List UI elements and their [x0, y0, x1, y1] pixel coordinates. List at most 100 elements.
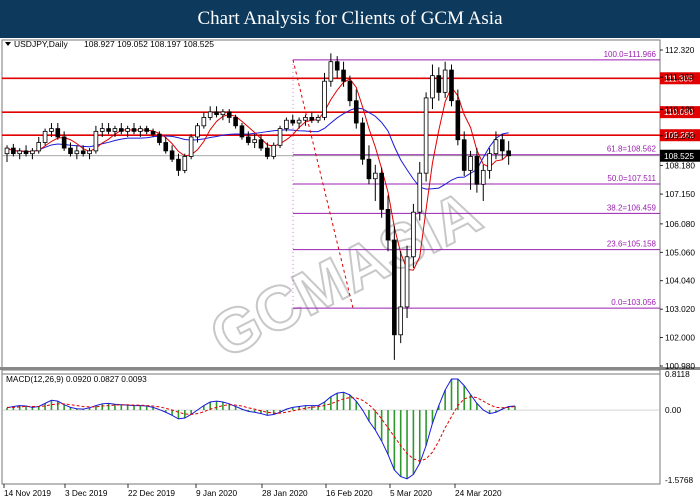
candle-body	[80, 150, 86, 155]
candle	[42, 128, 48, 146]
candle-body	[309, 117, 315, 121]
candle-body	[23, 150, 29, 155]
candle-body	[106, 128, 111, 132]
candle	[271, 142, 277, 160]
candle-body	[4, 147, 10, 155]
candle-body	[169, 150, 175, 160]
candle-body	[61, 136, 67, 149]
candle-body	[366, 158, 372, 180]
macd-histogram-bar	[444, 390, 446, 411]
price-chart: GCMASIA 100.0=111.96661.8=108.56250.0=10…	[0, 38, 700, 500]
macd-histogram-bar	[349, 394, 351, 411]
x-tick-label: 16 Feb 2020	[326, 488, 373, 498]
x-tick-label: 5 Mar 2020	[390, 488, 432, 498]
candle	[449, 64, 454, 107]
y-tick-label: 103.020	[665, 304, 695, 314]
candle	[188, 134, 194, 160]
candle-body	[188, 136, 194, 157]
macd-histogram-bar	[215, 401, 218, 411]
candle-body	[499, 139, 505, 152]
candle-body	[315, 117, 321, 121]
candle-body	[417, 172, 423, 213]
candle-body	[379, 172, 384, 210]
candle-body	[423, 97, 429, 174]
macd-histogram-bar	[406, 410, 408, 479]
candle-body	[284, 119, 289, 129]
macd-histogram-bar	[126, 405, 129, 411]
candle-body	[207, 111, 213, 118]
macd-histogram-bar	[18, 405, 21, 411]
macd-histogram-bar	[450, 378, 453, 411]
last-price-label: 108.525	[664, 151, 694, 161]
macd-tick-label: -1.5768	[665, 475, 694, 485]
fib-label: 50.0=107.511	[607, 174, 656, 183]
macd-histogram-bar	[418, 410, 421, 464]
x-tick-label: 14 Nov 2019	[4, 488, 51, 498]
x-tick-label: 3 Dec 2019	[65, 488, 108, 498]
x-tick-label: 9 Jan 2020	[196, 488, 237, 498]
candle-body	[277, 128, 283, 146]
candle-body	[461, 139, 467, 171]
candle-body	[118, 128, 124, 132]
y-tick-label: 104.040	[665, 276, 695, 286]
macd-histogram-bar	[463, 385, 465, 411]
candle-body	[163, 142, 169, 152]
candle-body	[347, 80, 353, 102]
candle-body	[144, 128, 150, 132]
candle-body	[138, 128, 143, 132]
candle	[239, 123, 245, 140]
candle-body	[201, 117, 207, 127]
candle-body	[436, 75, 442, 93]
candle-body	[404, 256, 410, 308]
macd-tick-label: 0.00	[665, 405, 682, 415]
fib-label: 23.6=105.158	[607, 240, 657, 249]
chart-header: USDJPY,Daily 108.927 109.052 108.197 108…	[5, 39, 214, 49]
candle-body	[328, 61, 334, 82]
candle-body	[455, 100, 461, 141]
candle-body	[195, 125, 200, 138]
candle-body	[74, 150, 80, 155]
candle-body	[296, 119, 302, 124]
x-tick-label: 22 Dec 2019	[128, 488, 175, 498]
candle-body	[474, 156, 480, 185]
y-tick-label: 111.350	[665, 72, 694, 82]
candle	[404, 245, 410, 319]
macd-histogram-bar	[107, 403, 110, 411]
candle-body	[99, 128, 105, 132]
candle-body	[17, 150, 23, 155]
fib-label: 0.0=103.056	[611, 298, 656, 307]
candle-body	[506, 150, 511, 157]
macd-histogram-bar	[177, 410, 180, 419]
candle-body	[290, 119, 296, 124]
macd-histogram-bar	[266, 410, 269, 416]
fib-label: 38.2=106.459	[607, 203, 657, 212]
x-tick-label: 24 Mar 2020	[455, 488, 502, 498]
macd-tick-label: 0.8118	[665, 369, 690, 379]
candle-body	[182, 156, 188, 171]
macd-histogram-bar	[311, 405, 313, 411]
macd-histogram-bar	[374, 410, 377, 430]
candle-body	[36, 142, 42, 152]
candle	[277, 125, 283, 149]
candle-body	[258, 139, 264, 149]
macd-histogram-bar	[50, 400, 53, 411]
macd-histogram-bar	[425, 410, 427, 446]
macd-histogram-bar	[63, 404, 65, 411]
y-tick-label: 102.000	[665, 333, 695, 343]
candle-body	[87, 150, 92, 155]
fib-label: 100.0=111.966	[604, 50, 657, 59]
candle-body	[353, 100, 359, 124]
chart-banner-title: Chart Analysis for Clients of GCM Asia	[0, 0, 700, 38]
ohlc-label: 108.927 109.052 108.197 108.525	[84, 39, 214, 49]
candle-body	[233, 117, 238, 127]
candle-body	[93, 130, 99, 152]
macd-histogram-bar	[330, 396, 332, 411]
candle-body	[150, 130, 156, 135]
candle-body	[30, 150, 35, 155]
candle-body	[322, 80, 327, 118]
macd-histogram-bar	[412, 410, 415, 475]
candle-body	[125, 128, 130, 132]
candle-body	[11, 147, 16, 155]
macd-histogram-bar	[57, 401, 59, 411]
macd-histogram-bar	[399, 410, 402, 477]
